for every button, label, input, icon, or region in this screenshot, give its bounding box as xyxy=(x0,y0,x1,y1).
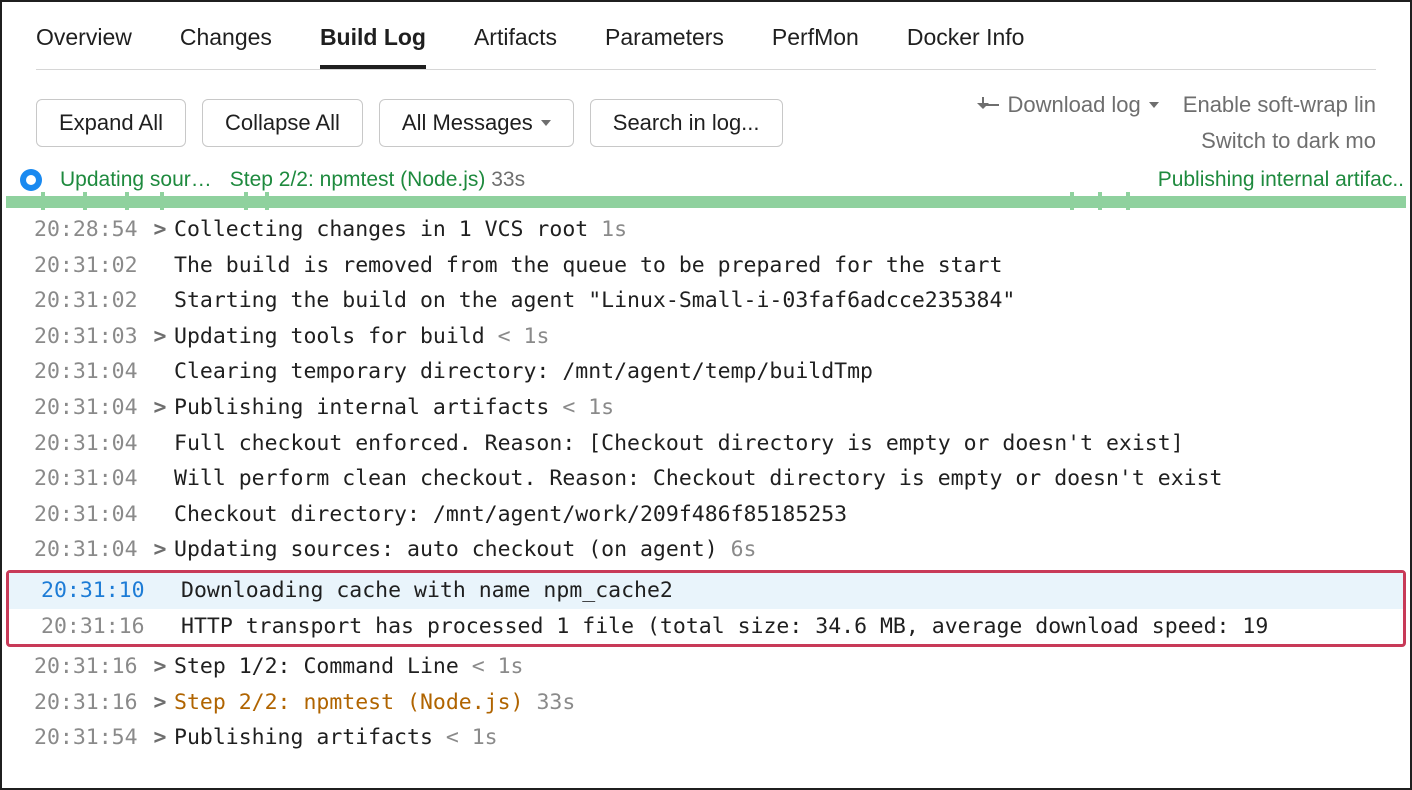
log-message: Step 1/2: Command Line < 1s xyxy=(174,649,524,685)
all-messages-label: All Messages xyxy=(402,110,533,136)
log-row[interactable]: 20:31:16 HTTP transport has processed 1 f… xyxy=(9,609,1403,645)
expand-chevron-icon[interactable]: > xyxy=(146,685,174,721)
log-timestamp: 20:28:54 xyxy=(34,212,146,248)
download-log-label: Download log xyxy=(1007,92,1140,118)
chevron-down-icon xyxy=(541,120,551,126)
log-duration: < 1s xyxy=(549,395,614,420)
download-icon xyxy=(975,97,991,113)
expand-chevron-icon[interactable]: > xyxy=(146,319,174,355)
tab-build-log[interactable]: Build Log xyxy=(320,24,426,69)
log-timestamp: 20:31:04 xyxy=(34,461,146,497)
download-log-link[interactable]: Download log xyxy=(975,92,1158,118)
chevron-down-icon xyxy=(1149,102,1159,108)
expand-chevron-icon[interactable]: > xyxy=(146,720,174,756)
log-message: Clearing temporary directory: /mnt/agent… xyxy=(174,354,873,390)
log-duration: < 1s xyxy=(485,324,550,349)
log-message: Starting the build on the agent "Linux-S… xyxy=(174,283,1015,319)
expand-all-button[interactable]: Expand All xyxy=(36,99,186,147)
timeline: Updating sour… Step 2/2: npmtest (Node.j… xyxy=(2,168,1410,192)
log-row[interactable]: 20:31:03>Updating tools for build < 1s xyxy=(2,319,1410,355)
log-duration: < 1s xyxy=(433,725,498,750)
highlighted-log-region: 20:31:10 Downloading cache with name npm_… xyxy=(6,570,1406,647)
log-message: Full checkout enforced. Reason: [Checkou… xyxy=(174,426,1184,462)
log-duration: 6s xyxy=(718,537,757,562)
log-duration: 33s xyxy=(524,690,576,715)
log-timestamp: 20:31:16 xyxy=(34,649,146,685)
log-timestamp: 20:31:54 xyxy=(34,720,146,756)
log-row[interactable]: 20:31:04 Will perform clean checkout. Rea… xyxy=(2,461,1410,497)
log-message: Publishing artifacts < 1s xyxy=(174,720,498,756)
log-message: Updating tools for build < 1s xyxy=(174,319,549,355)
log-timestamp: 20:31:16 xyxy=(41,609,153,645)
timeline-step[interactable]: Step 2/2: npmtest (Node.js) 33s xyxy=(230,168,525,192)
log-timestamp: 20:31:04 xyxy=(34,354,146,390)
expand-chevron-icon[interactable]: > xyxy=(146,390,174,426)
tab-overview[interactable]: Overview xyxy=(36,24,132,69)
tab-perfmon[interactable]: PerfMon xyxy=(772,24,859,69)
tab-docker-info[interactable]: Docker Info xyxy=(907,24,1025,69)
log-message: Will perform clean checkout. Reason: Che… xyxy=(174,461,1222,497)
log-timestamp: 20:31:04 xyxy=(34,497,146,533)
log-message: The build is removed from the queue to b… xyxy=(174,248,1002,284)
log-row[interactable]: 20:31:10 Downloading cache with name npm_… xyxy=(9,573,1403,609)
marker-pin-icon[interactable] xyxy=(20,169,42,191)
progress-bar[interactable] xyxy=(6,196,1406,208)
log-row[interactable]: 20:31:04 Checkout directory: /mnt/agent/w… xyxy=(2,497,1410,533)
log-timestamp: 20:31:10 xyxy=(41,573,153,609)
toolbar-right: Download log Enable soft-wrap lin Switch… xyxy=(975,92,1376,154)
log-timestamp: 20:31:04 xyxy=(34,532,146,568)
log-row[interactable]: 20:31:16>Step 1/2: Command Line < 1s xyxy=(2,649,1410,685)
log-duration: 1s xyxy=(588,217,627,242)
log-timestamp: 20:31:02 xyxy=(34,248,146,284)
expand-chevron-icon[interactable]: > xyxy=(146,649,174,685)
log-row[interactable]: 20:31:16>Step 2/2: npmtest (Node.js) 33s xyxy=(2,685,1410,721)
log-message: Step 2/2: npmtest (Node.js) 33s xyxy=(174,685,575,721)
tab-artifacts[interactable]: Artifacts xyxy=(474,24,557,69)
log-row[interactable]: 20:31:02 The build is removed from the qu… xyxy=(2,248,1410,284)
log-duration: < 1s xyxy=(459,654,524,679)
timeline-publishing[interactable]: Publishing internal artifac.. xyxy=(1158,168,1404,192)
log-timestamp: 20:31:04 xyxy=(34,390,146,426)
log-row[interactable]: 20:31:02 Starting the build on the agent … xyxy=(2,283,1410,319)
log-timestamp: 20:31:03 xyxy=(34,319,146,355)
log-message: Collecting changes in 1 VCS root 1s xyxy=(174,212,627,248)
tab-parameters[interactable]: Parameters xyxy=(605,24,724,69)
softwrap-toggle[interactable]: Enable soft-wrap lin xyxy=(1183,92,1376,118)
log-message: Downloading cache with name npm_cache2 xyxy=(181,573,673,609)
tab-changes[interactable]: Changes xyxy=(180,24,272,69)
log-message: Updating sources: auto checkout (on agen… xyxy=(174,532,757,568)
timeline-step-duration: 33s xyxy=(491,168,525,191)
log-row[interactable]: 20:31:04 Clearing temporary directory: /m… xyxy=(2,354,1410,390)
log-row[interactable]: 20:28:54>Collecting changes in 1 VCS roo… xyxy=(2,212,1410,248)
log-timestamp: 20:31:04 xyxy=(34,426,146,462)
log-row[interactable]: 20:31:04>Updating sources: auto checkout… xyxy=(2,532,1410,568)
tab-bar: Overview Changes Build Log Artifacts Par… xyxy=(2,2,1410,69)
log-row[interactable]: 20:31:04 Full checkout enforced. Reason: … xyxy=(2,426,1410,462)
all-messages-dropdown[interactable]: All Messages xyxy=(379,99,574,147)
log-row[interactable]: 20:31:04>Publishing internal artifacts <… xyxy=(2,390,1410,426)
log-row[interactable]: 20:31:54>Publishing artifacts < 1s xyxy=(2,720,1410,756)
log-panel[interactable]: 20:28:54>Collecting changes in 1 VCS roo… xyxy=(2,208,1410,756)
log-timestamp: 20:31:16 xyxy=(34,685,146,721)
darkmode-toggle[interactable]: Switch to dark mo xyxy=(1201,128,1376,154)
timeline-updating[interactable]: Updating sour… xyxy=(60,168,212,192)
timeline-step-label: Step 2/2: npmtest (Node.js) xyxy=(230,168,486,191)
log-message: Publishing internal artifacts < 1s xyxy=(174,390,614,426)
log-message: HTTP transport has processed 1 file (tot… xyxy=(181,609,1268,645)
expand-chevron-icon[interactable]: > xyxy=(146,532,174,568)
collapse-all-button[interactable]: Collapse All xyxy=(202,99,363,147)
expand-chevron-icon[interactable]: > xyxy=(146,212,174,248)
search-in-log-button[interactable]: Search in log... xyxy=(590,99,783,147)
log-message: Checkout directory: /mnt/agent/work/209f… xyxy=(174,497,847,533)
log-timestamp: 20:31:02 xyxy=(34,283,146,319)
toolbar: Expand All Collapse All All Messages Sea… xyxy=(2,70,1410,164)
